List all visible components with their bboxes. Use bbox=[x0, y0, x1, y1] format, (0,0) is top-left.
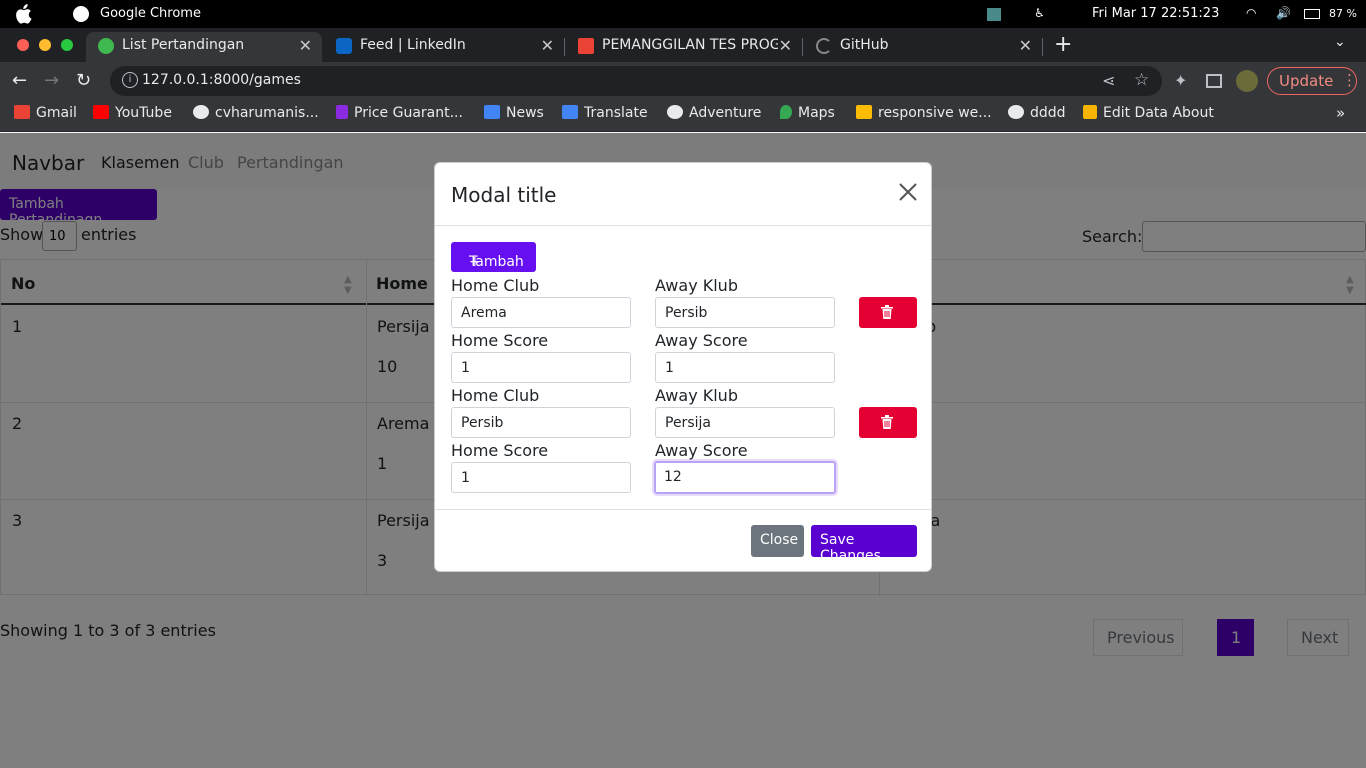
away-score-label: Away Score bbox=[655, 441, 748, 460]
tab-list-pertandingan[interactable]: List Pertandingan ✕ bbox=[86, 32, 322, 62]
home-score-input[interactable]: 1 bbox=[451, 352, 631, 383]
volume-icon[interactable]: 🔊 bbox=[1276, 6, 1291, 20]
address-bar[interactable]: i 127.0.0.1:8000/games ⋖ ☆ bbox=[110, 66, 1162, 96]
extensions-puzzle-icon[interactable]: ✦ bbox=[1174, 71, 1187, 90]
add-row-button[interactable]: Tambah + bbox=[451, 242, 536, 272]
bookmark-adventure[interactable]: Adventure bbox=[667, 105, 761, 121]
gmail-icon bbox=[14, 105, 30, 119]
url-text[interactable]: 127.0.0.1:8000/games bbox=[142, 72, 301, 88]
accessibility-icon[interactable]: ♿ bbox=[1034, 6, 1045, 20]
active-app-name: Google Chrome bbox=[100, 6, 201, 21]
chrome-icon bbox=[73, 6, 89, 22]
away-club-input[interactable]: Persija bbox=[655, 407, 835, 438]
site-info-icon[interactable]: i bbox=[122, 72, 138, 88]
bookmark-favicon-icon bbox=[1083, 105, 1097, 119]
forward-arrow-icon[interactable]: → bbox=[44, 70, 59, 91]
away-club-input[interactable]: Persib bbox=[655, 297, 835, 328]
modal-title: Modal title bbox=[451, 183, 557, 207]
profile-avatar[interactable] bbox=[1236, 70, 1258, 92]
away-score-input[interactable]: 1 bbox=[655, 352, 835, 383]
linkedin-icon bbox=[336, 38, 352, 54]
bookmarks-overflow-chevron-icon[interactable]: » bbox=[1336, 104, 1345, 122]
globe-icon bbox=[1008, 105, 1024, 119]
plus-icon: + bbox=[469, 254, 481, 270]
bookmark-responsive-web[interactable]: responsive we... bbox=[856, 105, 992, 121]
tab-github[interactable]: GitHub ✕ bbox=[804, 32, 1042, 62]
tab-separator bbox=[802, 38, 803, 56]
loading-spinner-icon bbox=[816, 38, 832, 54]
google-drive-icon bbox=[856, 105, 872, 119]
tab-close-icon[interactable]: ✕ bbox=[1019, 36, 1032, 55]
google-translate-icon bbox=[562, 105, 578, 119]
wifi-icon[interactable]: ◠ bbox=[1246, 6, 1256, 20]
close-icon[interactable] bbox=[897, 181, 919, 203]
bookmark-youtube[interactable]: YouTube bbox=[93, 105, 172, 121]
globe-icon bbox=[193, 105, 209, 119]
modal-footer-divider bbox=[435, 509, 931, 510]
battery-percent: 87 % bbox=[1329, 7, 1357, 20]
youtube-icon bbox=[93, 105, 109, 119]
tab-linkedin[interactable]: Feed | LinkedIn ✕ bbox=[324, 32, 564, 62]
delete-row-button[interactable] bbox=[859, 297, 917, 328]
delete-row-button[interactable] bbox=[859, 407, 917, 438]
trash-icon bbox=[881, 305, 893, 319]
trash-icon bbox=[881, 415, 893, 429]
home-club-input[interactable]: Persib bbox=[451, 407, 631, 438]
apple-icon[interactable] bbox=[14, 4, 32, 24]
back-arrow-icon[interactable]: ← bbox=[12, 70, 27, 91]
close-button[interactable]: Close bbox=[751, 525, 804, 557]
tab-close-icon[interactable]: ✕ bbox=[541, 36, 554, 55]
bookmark-edit-data-about[interactable]: Edit Data About bbox=[1083, 105, 1214, 121]
window-maximize-button[interactable] bbox=[61, 39, 73, 51]
battery-icon[interactable] bbox=[1304, 9, 1320, 19]
new-tab-button[interactable]: + bbox=[1054, 32, 1072, 57]
tab-close-icon[interactable]: ✕ bbox=[299, 36, 312, 55]
away-club-label: Away Klub bbox=[655, 276, 738, 295]
bookmark-cvharumanis[interactable]: cvharumanis... bbox=[193, 105, 319, 121]
google-news-icon bbox=[484, 105, 500, 119]
add-games-modal: Modal title Tambah + Home Club Away Klub… bbox=[434, 162, 932, 572]
tab-search-chevron-down-icon[interactable]: ⌄ bbox=[1334, 34, 1346, 50]
home-club-label: Home Club bbox=[451, 386, 540, 405]
globe-icon bbox=[667, 105, 683, 119]
home-score-input[interactable]: 1 bbox=[451, 462, 631, 493]
update-button[interactable]: Update ⋮ bbox=[1267, 67, 1357, 95]
window-minimize-button[interactable] bbox=[39, 39, 51, 51]
bookmark-price-guarantee[interactable]: Price Guarant... bbox=[336, 105, 463, 121]
bookmark-translate[interactable]: Translate bbox=[562, 105, 648, 121]
home-club-label: Home Club bbox=[451, 276, 540, 295]
side-panel-icon[interactable] bbox=[1206, 74, 1222, 88]
home-score-label: Home Score bbox=[451, 331, 549, 350]
screen-indicator-icon[interactable] bbox=[987, 8, 1001, 21]
home-score-label: Home Score bbox=[451, 441, 549, 460]
tab-separator bbox=[564, 38, 565, 56]
site-favicon-icon bbox=[98, 38, 114, 54]
tab-pemanggilan[interactable]: PEMANGGILAN TES PROG ✕ bbox=[566, 32, 802, 62]
away-score-input[interactable]: 12 bbox=[654, 461, 836, 494]
kebab-menu-icon[interactable]: ⋮ bbox=[1342, 71, 1357, 89]
bookmark-dddd[interactable]: dddd bbox=[1008, 105, 1066, 121]
reload-icon[interactable]: ↻ bbox=[76, 70, 91, 91]
window-close-button[interactable] bbox=[17, 39, 29, 51]
modal-header-divider bbox=[435, 225, 931, 226]
bookmark-favicon-icon bbox=[336, 105, 348, 119]
tab-separator bbox=[1042, 38, 1043, 56]
system-top-bar: Google Chrome ♿ Fri Mar 17 22:51:23 ◠ 🔊 … bbox=[0, 0, 1366, 28]
tab-close-icon[interactable]: ✕ bbox=[779, 36, 792, 55]
bookmark-news[interactable]: News bbox=[484, 105, 544, 121]
away-score-label: Away Score bbox=[655, 331, 748, 350]
home-club-input[interactable]: Arema bbox=[451, 297, 631, 328]
bookmark-maps[interactable]: Maps bbox=[780, 105, 835, 121]
gmail-icon bbox=[578, 38, 594, 54]
away-club-label: Away Klub bbox=[655, 386, 738, 405]
google-maps-icon bbox=[780, 105, 792, 119]
share-icon[interactable]: ⋖ bbox=[1102, 71, 1115, 90]
bookmark-star-icon[interactable]: ☆ bbox=[1134, 70, 1149, 90]
save-changes-button[interactable]: Save Changes bbox=[811, 525, 917, 564]
bookmark-gmail[interactable]: Gmail bbox=[14, 105, 77, 121]
clock[interactable]: Fri Mar 17 22:51:23 bbox=[1092, 6, 1219, 21]
